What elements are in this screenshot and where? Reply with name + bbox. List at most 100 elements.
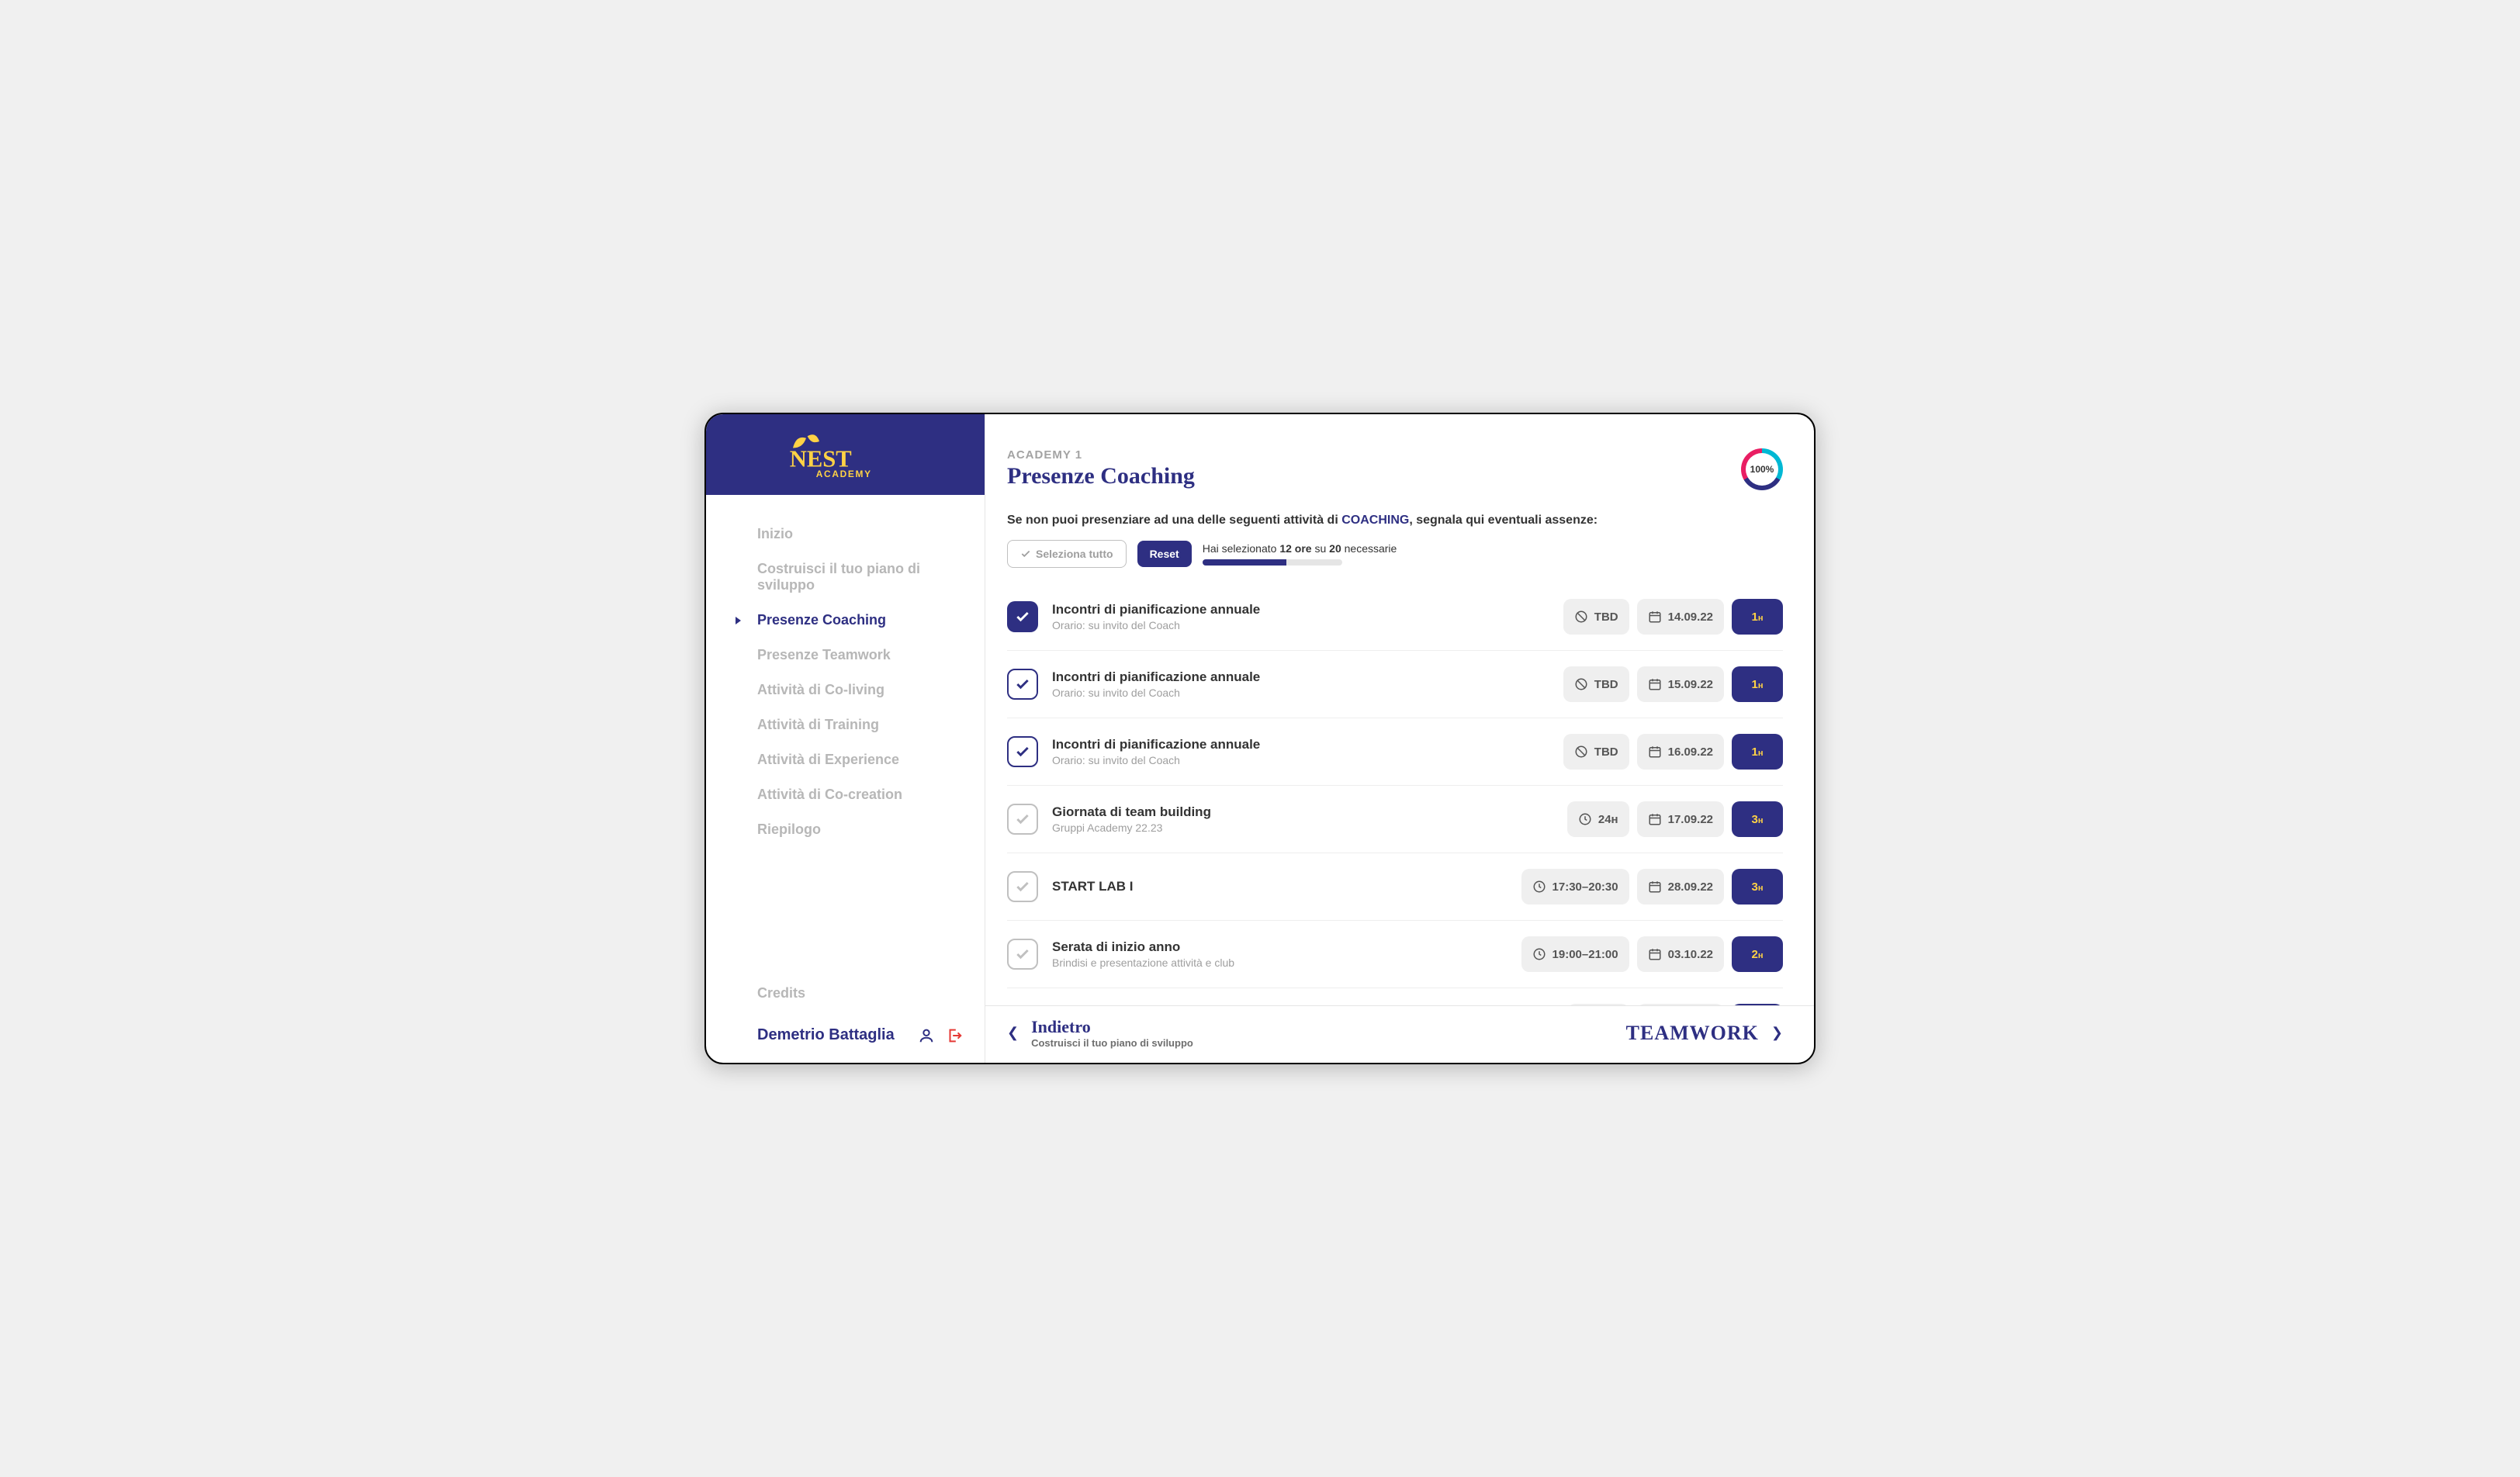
content-scroll: Se non puoi presenziare ad una delle seg… xyxy=(985,498,1814,1005)
nav-item-7[interactable]: Attività di Co-creation xyxy=(706,777,985,812)
calendar-icon xyxy=(1648,812,1662,826)
check-icon xyxy=(1015,811,1030,827)
activity-checkbox[interactable] xyxy=(1007,804,1038,835)
time-badge: TBD xyxy=(1563,666,1629,702)
header-eyebrow: ACADEMY 1 xyxy=(1007,448,1195,462)
selection-info: Hai selezionato 12 ore su 20 necessarie xyxy=(1203,542,1397,566)
calendar-icon xyxy=(1648,610,1662,624)
svg-text:ACADEMY: ACADEMY xyxy=(815,469,871,479)
activity-subtitle: Orario: su invito del Coach xyxy=(1052,754,1549,766)
app-frame: NEST ACADEMY InizioCostruisci il tuo pia… xyxy=(704,413,1816,1064)
next-title: TEAMWORK xyxy=(1626,1022,1759,1045)
nav-item-8[interactable]: Riepilogo xyxy=(706,812,985,847)
calendar-icon xyxy=(1648,947,1662,961)
activity-checkbox[interactable] xyxy=(1007,601,1038,632)
main-panel: ACADEMY 1 Presenze Coaching 100% Se non … xyxy=(985,414,1814,1063)
activity-row: Incontri di pianificazione annuale Orario… xyxy=(1007,651,1783,718)
activity-row: Incontri di pianificazione annualeOrario… xyxy=(1007,583,1783,651)
credits-link[interactable]: Credits xyxy=(706,976,985,1011)
user-name: Demetrio Battaglia xyxy=(757,1026,895,1044)
progress-ring: 100% xyxy=(1741,448,1783,490)
logo-nest-academy: NEST ACADEMY xyxy=(780,428,912,481)
clock-icon xyxy=(1532,880,1546,894)
check-icon xyxy=(1015,609,1030,624)
activity-checkbox[interactable] xyxy=(1007,871,1038,902)
duration-badge: 3ʜ xyxy=(1732,869,1783,905)
logo-box: NEST ACADEMY xyxy=(706,414,985,495)
activity-checkbox[interactable] xyxy=(1007,736,1038,767)
activity-list: Incontri di pianificazione annuale Orario… xyxy=(1007,583,1783,1005)
user-icon[interactable] xyxy=(918,1027,935,1044)
user-bar: Demetrio Battaglia xyxy=(706,1011,985,1063)
check-icon xyxy=(1015,879,1030,894)
duration-badge: 3ʜ xyxy=(1732,801,1783,837)
footer-nav: ❮ Indietro Costruisci il tuo piano di sv… xyxy=(985,1005,1814,1063)
activity-row: Giornata di team building Gruppi Academy … xyxy=(1007,786,1783,853)
page-title: Presenze Coaching xyxy=(1007,463,1195,489)
date-badge: 16.09.22 xyxy=(1637,734,1724,770)
back-arrow-icon[interactable]: ❮ xyxy=(1007,1025,1019,1041)
date-badge: 15.09.22 xyxy=(1637,666,1724,702)
footer-next[interactable]: TEAMWORK ❯ xyxy=(1626,1022,1783,1045)
duration-badge: 2ʜ xyxy=(1732,936,1783,972)
activity-subtitle: Gruppi Academy 22.23 xyxy=(1052,822,1553,834)
activity-checkbox[interactable] xyxy=(1007,939,1038,970)
activity-title: Serata di inizio anno xyxy=(1052,939,1508,955)
activity-subtitle: Brindisi e presentazione attività e club xyxy=(1052,956,1508,969)
activity-title: Incontri di pianificazione annuale xyxy=(1052,737,1549,752)
date-badge: 17.09.22 xyxy=(1637,801,1724,837)
date-badge: 28.09.22 xyxy=(1637,869,1724,905)
controls-bar: Seleziona tutto Reset Hai selezionato 12… xyxy=(1007,540,1783,568)
activity-subtitle: Orario: su invito del Coach xyxy=(1052,687,1549,699)
nav-item-4[interactable]: Attività di Co-living xyxy=(706,673,985,707)
time-badge: 17:30–20:30 xyxy=(1521,869,1629,905)
time-badge: 24ʜ xyxy=(1567,801,1629,837)
date-badge: 14.09.22 xyxy=(1637,599,1724,635)
calendar-icon xyxy=(1648,880,1662,894)
no-time-icon xyxy=(1574,610,1588,624)
progress-bar xyxy=(1203,559,1342,566)
activity-title: Giornata di team building xyxy=(1052,804,1553,820)
calendar-icon xyxy=(1648,677,1662,691)
back-subtitle: Costruisci il tuo piano di sviluppo xyxy=(1031,1037,1193,1049)
time-badge: 19:00–21:00 xyxy=(1521,936,1629,972)
activity-row: START LAB I 17:30–20:3028.09.223ʜ xyxy=(1007,853,1783,921)
intro-text: Se non puoi presenziare ad una delle seg… xyxy=(1007,514,1783,528)
select-all-button[interactable]: Seleziona tutto xyxy=(1007,540,1127,568)
footer-back[interactable]: ❮ Indietro Costruisci il tuo piano di sv… xyxy=(1007,1017,1193,1049)
next-arrow-icon[interactable]: ❯ xyxy=(1771,1025,1783,1041)
nav-item-0[interactable]: Inizio xyxy=(706,517,985,552)
date-badge: 03.10.22 xyxy=(1637,936,1724,972)
header: ACADEMY 1 Presenze Coaching 100% xyxy=(985,414,1814,498)
back-title: Indietro xyxy=(1031,1017,1193,1037)
check-icon xyxy=(1020,548,1031,559)
clock-icon xyxy=(1578,812,1592,826)
activity-title: START LAB I xyxy=(1052,879,1508,894)
nav-item-2[interactable]: Presenze Coaching xyxy=(706,603,985,638)
calendar-icon xyxy=(1648,745,1662,759)
check-icon xyxy=(1015,744,1030,759)
duration-badge: 1ʜ xyxy=(1732,666,1783,702)
nav-item-6[interactable]: Attività di Experience xyxy=(706,742,985,777)
activity-row: Coaching-1Orario da concordare24ʜ14.10.2… xyxy=(1007,988,1783,1005)
time-badge: TBD xyxy=(1563,599,1629,635)
nav-item-1[interactable]: Costruisci il tuo piano di sviluppo xyxy=(706,552,985,603)
duration-badge: 1ʜ xyxy=(1732,599,1783,635)
activity-row: Incontri di pianificazione annuale Orario… xyxy=(1007,718,1783,786)
activity-title: Incontri di pianificazione annuale xyxy=(1052,602,1549,617)
activity-row: Serata di inizio annoBrindisi e presenta… xyxy=(1007,921,1783,988)
no-time-icon xyxy=(1574,677,1588,691)
activity-title: Incontri di pianificazione annuale xyxy=(1052,669,1549,685)
activity-checkbox[interactable] xyxy=(1007,669,1038,700)
nav-list: InizioCostruisci il tuo piano di svilupp… xyxy=(706,495,985,976)
check-icon xyxy=(1015,946,1030,962)
clock-icon xyxy=(1532,947,1546,961)
reset-button[interactable]: Reset xyxy=(1137,541,1192,567)
time-badge: TBD xyxy=(1563,734,1629,770)
check-icon xyxy=(1015,676,1030,692)
no-time-icon xyxy=(1574,745,1588,759)
sidebar: NEST ACADEMY InizioCostruisci il tuo pia… xyxy=(706,414,985,1063)
nav-item-3[interactable]: Presenze Teamwork xyxy=(706,638,985,673)
nav-item-5[interactable]: Attività di Training xyxy=(706,707,985,742)
logout-icon[interactable] xyxy=(946,1027,963,1044)
